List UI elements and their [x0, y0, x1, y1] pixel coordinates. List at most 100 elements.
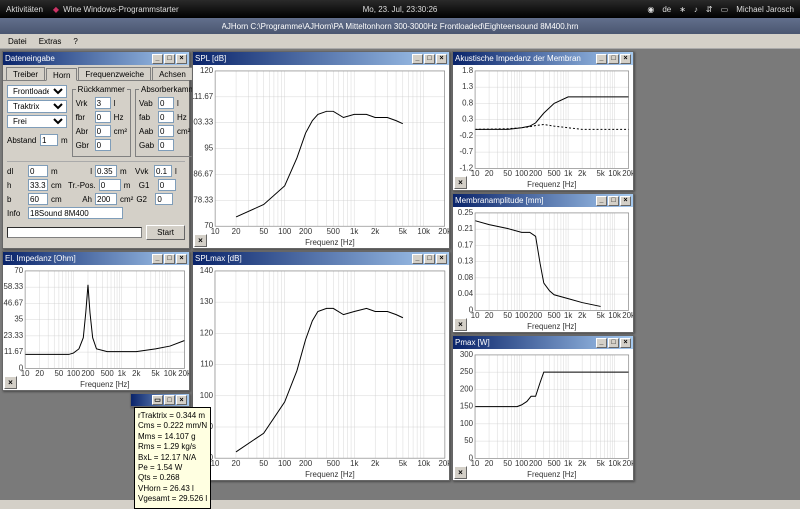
a11y-icon[interactable]: ◉: [647, 5, 654, 14]
inp-g2[interactable]: [155, 193, 173, 205]
close-button[interactable]: ×: [176, 395, 187, 405]
tab-horn[interactable]: Horn: [46, 68, 77, 81]
inp-gab[interactable]: [158, 139, 174, 151]
inp-vrk[interactable]: [95, 97, 111, 109]
maximize-button[interactable]: □: [608, 54, 619, 64]
network-icon[interactable]: ⇵: [706, 5, 713, 14]
minimize-button[interactable]: _: [152, 54, 163, 64]
window-data-input: Dateneingabe _□× Treiber Horn Frequenzwe…: [2, 51, 190, 249]
svg-text:100: 100: [278, 459, 292, 468]
maximize-button[interactable]: □: [608, 338, 619, 348]
maximize-button[interactable]: □: [164, 254, 175, 264]
close-button[interactable]: ×: [436, 54, 447, 64]
maximize-button[interactable]: □: [608, 196, 619, 206]
titlebar[interactable]: El. Impedanz [Ohm]_□×: [3, 252, 189, 265]
minimize-button[interactable]: _: [412, 54, 423, 64]
select-mount[interactable]: Frei: [7, 115, 67, 128]
titlebar[interactable]: SPL [dB]_□×: [193, 52, 449, 65]
inp-l[interactable]: [95, 165, 117, 177]
inp-b[interactable]: [28, 193, 48, 205]
minimize-button[interactable]: _: [412, 254, 423, 264]
chart-close-icon[interactable]: ×: [194, 234, 207, 247]
svg-text:200: 200: [299, 227, 313, 236]
svg-text:0.13: 0.13: [458, 257, 474, 266]
inp-vvk[interactable]: [154, 165, 172, 177]
tab-treiber[interactable]: Treiber: [6, 67, 45, 80]
window-minimized[interactable]: ▭□×: [130, 393, 190, 407]
svg-text:5k: 5k: [597, 459, 605, 468]
svg-text:100: 100: [278, 227, 292, 236]
window-ac-impedanz: Akustische Impedanz der Membran_□× × -1.…: [452, 51, 634, 191]
inp-h[interactable]: [28, 179, 48, 191]
close-button[interactable]: ×: [620, 196, 631, 206]
inp-fbr[interactable]: [95, 111, 111, 123]
chart-close-icon[interactable]: ×: [454, 176, 467, 189]
chart-close-icon[interactable]: ×: [454, 318, 467, 331]
svg-text:Frequenz [Hz]: Frequenz [Hz]: [305, 238, 355, 247]
close-button[interactable]: ×: [436, 254, 447, 264]
clock[interactable]: Mo, 23. Jul, 23:30:26: [363, 5, 438, 14]
inp-dl[interactable]: [28, 165, 48, 177]
inp-fab[interactable]: [158, 111, 174, 123]
select-type[interactable]: Frontloaded: [7, 85, 67, 98]
maximize-button[interactable]: □: [424, 54, 435, 64]
inp-g1[interactable]: [158, 179, 176, 191]
battery-icon[interactable]: ▭: [721, 5, 729, 14]
minimize-button[interactable]: _: [596, 196, 607, 206]
svg-text:11.67: 11.67: [4, 347, 23, 356]
svg-text:35: 35: [14, 315, 23, 324]
menu-datei[interactable]: Datei: [4, 36, 31, 47]
inp-vab[interactable]: [158, 97, 174, 109]
menu-help[interactable]: ?: [69, 36, 81, 47]
close-button[interactable]: ×: [176, 254, 187, 264]
titlebar[interactable]: Pmax [W]_□×: [453, 336, 633, 349]
lbl: dl: [7, 167, 25, 176]
svg-text:70: 70: [14, 266, 23, 275]
volume-icon[interactable]: ♪: [694, 5, 698, 14]
menu-extras[interactable]: Extras: [35, 36, 66, 47]
close-button[interactable]: ×: [620, 338, 631, 348]
inp-abstand[interactable]: [40, 134, 58, 146]
minimize-button[interactable]: _: [596, 338, 607, 348]
inp-aab[interactable]: [158, 125, 174, 137]
bluetooth-icon[interactable]: ∗: [679, 5, 686, 14]
maximize-button[interactable]: □: [164, 395, 175, 405]
minimize-button[interactable]: _: [596, 54, 607, 64]
activities[interactable]: Aktivitäten: [6, 5, 43, 14]
active-app[interactable]: ◆ Wine Windows-Programmstarter: [53, 5, 179, 14]
svg-text:20: 20: [485, 311, 494, 320]
inp-trpos[interactable]: [99, 179, 121, 191]
titlebar[interactable]: Membranamplitude [mm]_□×: [453, 194, 633, 207]
inp-abr[interactable]: [95, 125, 111, 137]
minimize-button[interactable]: _: [152, 254, 163, 264]
title: [133, 396, 152, 405]
close-button[interactable]: ×: [176, 54, 187, 64]
user-label[interactable]: Michael Jarosch: [736, 5, 794, 14]
restore-button[interactable]: ▭: [152, 395, 163, 405]
chart-close-icon[interactable]: ×: [4, 376, 17, 389]
window-spl: SPL [dB]_□× × 7078.3386.6795103.33111.67…: [192, 51, 450, 249]
lang-label[interactable]: de: [662, 5, 671, 14]
maximize-button[interactable]: □: [164, 54, 175, 64]
tab-freq[interactable]: Frequenzweiche: [78, 67, 151, 80]
tab-achsen[interactable]: Achsen: [152, 67, 193, 80]
chart-close-icon[interactable]: ×: [454, 466, 467, 479]
svg-text:200: 200: [529, 311, 543, 320]
start-button[interactable]: Start: [146, 225, 185, 240]
lbl: b: [7, 195, 25, 204]
svg-text:2k: 2k: [371, 227, 379, 236]
inp-info[interactable]: [28, 207, 123, 219]
u: cm²: [177, 127, 190, 136]
inp-ah[interactable]: [95, 193, 117, 205]
close-button[interactable]: ×: [620, 54, 631, 64]
select-geom[interactable]: Traktrix: [7, 100, 67, 113]
titlebar-data-input[interactable]: Dateneingabe _□×: [3, 52, 189, 65]
inp-gbr[interactable]: [95, 139, 111, 151]
titlebar[interactable]: Akustische Impedanz der Membran_□×: [453, 52, 633, 65]
titlebar[interactable]: SPLmax [dB]_□×: [193, 252, 449, 265]
svg-text:20: 20: [232, 227, 241, 236]
svg-text:10k: 10k: [417, 227, 430, 236]
maximize-button[interactable]: □: [424, 254, 435, 264]
svg-text:2k: 2k: [132, 369, 140, 378]
svg-text:50: 50: [55, 369, 64, 378]
